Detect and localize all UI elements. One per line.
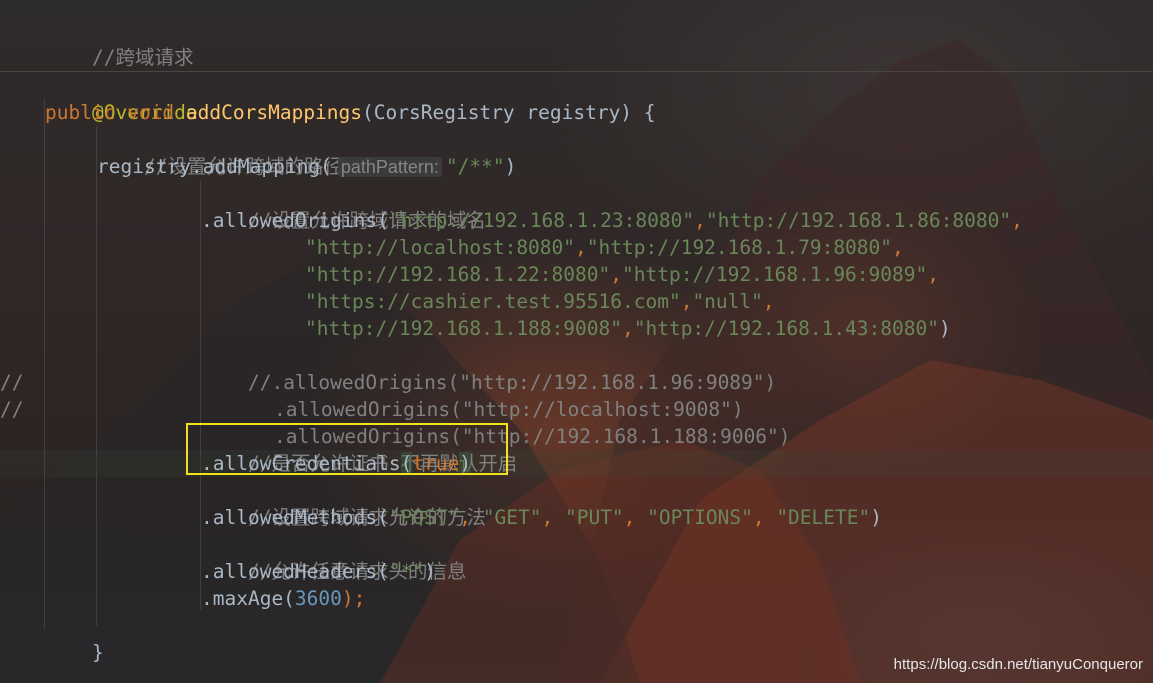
code-line-7[interactable]: .allowedOrigins("http://192.168.1.23:808… bbox=[201, 207, 1023, 234]
code-text: ) bbox=[870, 506, 882, 529]
comma: , bbox=[541, 506, 565, 529]
annotation-highlight-box bbox=[186, 423, 508, 475]
code-line-17[interactable]: //设置跨域请求允许的方法 bbox=[201, 477, 486, 529]
code-line-3[interactable]: public void addCorsMappings(CorsRegistry… bbox=[45, 99, 656, 126]
gutter-comment-mark: // bbox=[0, 371, 24, 394]
number-literal: 3600 bbox=[294, 587, 342, 610]
code-text: ); bbox=[341, 587, 366, 610]
code-line-12[interactable]: //.allowedOrigins("http://192.168.1.96:9… bbox=[201, 342, 776, 394]
code-text: .maxAge( bbox=[201, 587, 295, 610]
parameter-hint: pathPattern: bbox=[337, 157, 442, 177]
code-text: .allowedHeaders( bbox=[201, 560, 389, 583]
comma: , bbox=[575, 236, 587, 259]
comma: , bbox=[1011, 209, 1023, 232]
string-literal: "DELETE" bbox=[776, 506, 871, 529]
string-literal: "http://192.168.1.43:8080" bbox=[633, 317, 939, 340]
comment: //跨域请求 bbox=[91, 46, 194, 69]
code-line-8[interactable]: "http://localhost:8080","http://192.168.… bbox=[305, 234, 904, 261]
code-line-20[interactable]: .allowedHeaders("*") bbox=[201, 558, 436, 585]
string-literal: "POST" bbox=[388, 506, 460, 529]
code-text: ) bbox=[504, 155, 517, 178]
comma: , bbox=[694, 209, 706, 232]
code-line-21[interactable]: .maxAge(3600); bbox=[201, 585, 365, 612]
code-line-10[interactable]: "https://cashier.test.95516.com","null", bbox=[305, 288, 775, 315]
code-line-6[interactable]: //设置允许跨域请求的域名 bbox=[201, 180, 486, 232]
code-line-22[interactable]: } bbox=[45, 612, 104, 664]
code-line-5[interactable]: registry.addMapping(pathPattern: "/**") bbox=[97, 153, 516, 180]
string-literal: "https://cashier.test.95516.com" bbox=[305, 290, 681, 313]
keyword: void bbox=[127, 101, 175, 124]
comma: , bbox=[762, 290, 775, 313]
code-editor[interactable]: //跨域请求 @Override public void addCorsMapp… bbox=[0, 0, 1153, 683]
code-text: registry.addMapping( bbox=[97, 155, 332, 178]
code-line-11[interactable]: "http://192.168.1.188:9008","http://192.… bbox=[305, 315, 951, 342]
string-literal: "OPTIONS" bbox=[647, 506, 753, 529]
comma: , bbox=[623, 506, 648, 529]
string-literal: "http://192.168.1.86:8080" bbox=[705, 209, 1012, 232]
comma: , bbox=[927, 263, 939, 286]
string-literal: "http://192.168.1.188:9008" bbox=[305, 317, 622, 340]
string-literal: "http://192.168.1.79:8080" bbox=[586, 236, 893, 259]
method-signature: (CorsRegistry registry) { bbox=[362, 101, 656, 124]
string-literal: "http://192.168.1.23:8080" bbox=[388, 209, 695, 232]
comma: , bbox=[680, 290, 693, 313]
comma: , bbox=[459, 506, 483, 529]
string-literal: "http://192.168.1.96:9089" bbox=[622, 263, 928, 286]
string-literal: "http://localhost:8080" bbox=[305, 236, 576, 259]
code-line-4[interactable]: //设置允许跨域的路径 bbox=[97, 126, 343, 178]
comma: , bbox=[610, 263, 622, 286]
closing-brace: } bbox=[91, 641, 104, 664]
gutter-comment-mark: // bbox=[0, 398, 24, 421]
code-line-18[interactable]: .allowedMethods("POST", "GET", "PUT", "O… bbox=[201, 504, 882, 531]
comma: , bbox=[621, 317, 634, 340]
code-text: ) bbox=[938, 317, 951, 340]
watermark: https://blog.csdn.net/tianyuConqueror bbox=[893, 656, 1143, 673]
string-literal: "/**" bbox=[445, 155, 505, 178]
string-literal: "PUT" bbox=[564, 506, 624, 529]
indent-guide bbox=[44, 99, 45, 629]
comma: , bbox=[752, 506, 777, 529]
code-line-19[interactable]: //允许任意请求头的信息 bbox=[201, 531, 466, 583]
keyword: public bbox=[45, 101, 116, 124]
code-line-1[interactable]: //跨域请求 bbox=[45, 17, 193, 69]
comma: , bbox=[892, 236, 904, 259]
code-line-2[interactable]: @Override bbox=[45, 72, 198, 124]
code-line-13[interactable]: .allowedOrigins("http://localhost:9008") bbox=[227, 369, 744, 421]
code-text: .allowedOrigins( bbox=[201, 209, 389, 232]
code-line-14[interactable]: .allowedOrigins("http://192.168.1.188:90… bbox=[227, 396, 791, 448]
code-line-9[interactable]: "http://192.168.1.22:8080","http://192.1… bbox=[305, 261, 939, 288]
string-literal: "http://192.168.1.22:8080" bbox=[305, 263, 611, 286]
string-literal: "GET" bbox=[482, 506, 542, 529]
code-text: .allowedMethods( bbox=[201, 506, 389, 529]
current-line-highlight bbox=[0, 450, 1153, 477]
string-literal: "null" bbox=[692, 290, 763, 313]
method-name: addCorsMappings bbox=[185, 101, 363, 124]
string-literal: "*" bbox=[388, 560, 425, 583]
code-text: ) bbox=[424, 560, 436, 583]
